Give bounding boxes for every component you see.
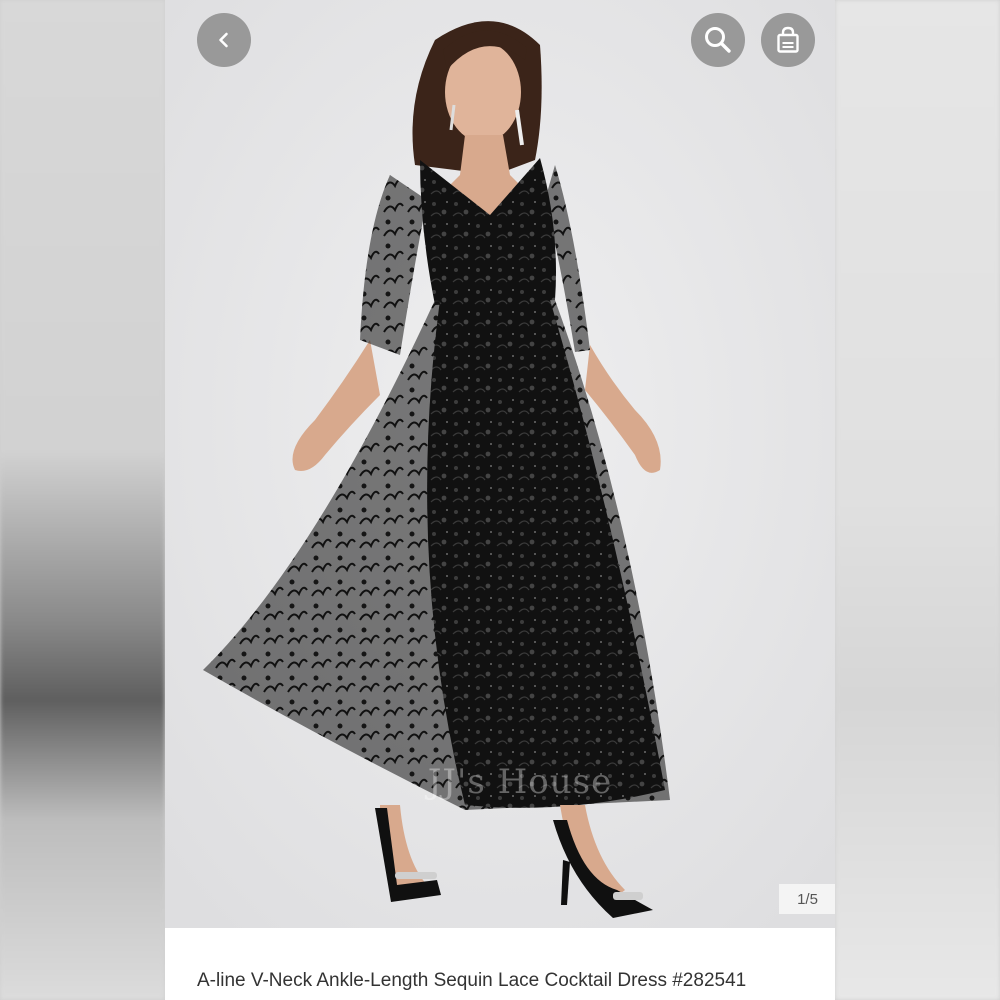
product-screen: JJ's House 1/5 xyxy=(165,0,835,1000)
image-counter: 1/5 xyxy=(779,884,835,914)
back-button[interactable] xyxy=(197,13,251,67)
blurred-background-left xyxy=(0,0,165,1000)
shopping-bag-icon xyxy=(777,26,799,53)
chevron-left-icon xyxy=(219,32,228,48)
blurred-background-right xyxy=(835,0,1000,1000)
shopping-bag-button[interactable] xyxy=(761,13,815,67)
product-image[interactable]: JJ's House xyxy=(165,0,835,928)
search-button[interactable] xyxy=(691,13,745,67)
watermark: JJ's House xyxy=(427,762,613,802)
search-icon xyxy=(705,27,731,53)
product-title: A-line V-Neck Ankle-Length Sequin Lace C… xyxy=(197,970,747,991)
